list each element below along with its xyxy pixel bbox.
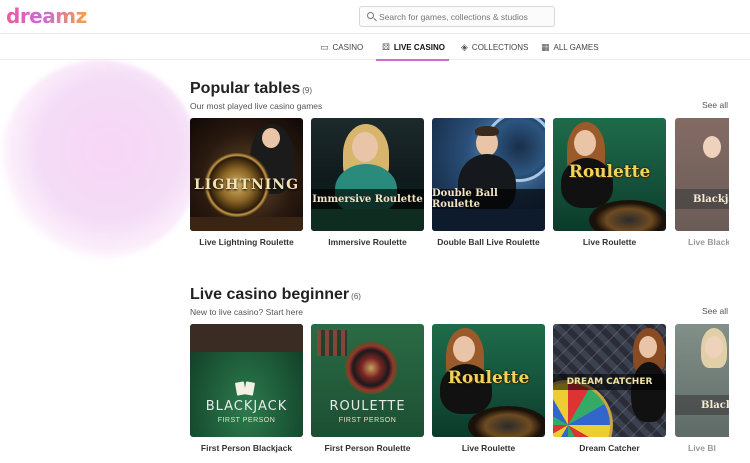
game-art-title: Blackja — [675, 189, 729, 209]
game-art-title: ROULETTE — [329, 399, 406, 414]
section-popular-tables: Popular tables (9) Our most played live c… — [190, 80, 750, 250]
section-title: Popular tables (9) — [190, 80, 312, 98]
game-thumbnail[interactable]: Double Ball Roulette — [432, 118, 545, 231]
betting-grid — [317, 330, 347, 356]
see-all-link[interactable]: See all — [702, 100, 728, 110]
category-nav: ▭ CASINO ⚄ LIVE CASINO ◈ COLLECTIONS ▦ A… — [0, 35, 750, 61]
tab-label: LIVE CASINO — [393, 43, 445, 52]
game-art-title: Roulette — [568, 162, 651, 182]
dealer-face — [262, 128, 280, 148]
game-title[interactable]: Dream Catcher — [553, 443, 666, 453]
roulette-wheel — [468, 406, 545, 437]
game-thumbnail[interactable]: DREAM CATCHER — [553, 324, 666, 437]
game-carousel: BLACKJACK FIRST PERSON First Person Blac… — [190, 324, 750, 454]
section-count: (6) — [351, 292, 361, 301]
table-rail — [190, 324, 303, 352]
grid-icon: ▦ — [541, 42, 550, 52]
search-box[interactable] — [359, 6, 555, 27]
tab-label: COLLECTIONS — [471, 43, 529, 52]
section-subtitle: New to live casino? Start here — [190, 307, 303, 317]
tab-live-casino[interactable]: ⚄ LIVE CASINO — [376, 35, 449, 61]
search-input[interactable] — [379, 9, 551, 24]
layers-icon: ◈ — [461, 42, 468, 52]
game-card[interactable]: LIGHTNING Live Lightning Roulette — [190, 118, 303, 248]
game-thumbnail[interactable]: Roulette — [553, 118, 666, 231]
section-live-casino-beginner: Live casino beginner (6) New to live casi… — [190, 286, 750, 456]
dealer-face — [574, 130, 596, 156]
game-card[interactable]: Black Live Bl — [675, 324, 729, 454]
section-title-text: Popular tables — [190, 80, 301, 97]
game-title[interactable]: Live Lightning Roulette — [190, 237, 303, 247]
search-icon — [367, 12, 374, 19]
slot-machine-icon: ▭ — [320, 42, 329, 52]
game-title[interactable]: Live Roulette — [432, 443, 545, 453]
see-all-link[interactable]: See all — [702, 306, 728, 316]
tab-collections[interactable]: ◈ COLLECTIONS — [461, 35, 528, 60]
dealer-face — [639, 336, 657, 358]
game-thumbnail[interactable]: Roulette — [432, 324, 545, 437]
table-edge — [432, 209, 545, 231]
game-title[interactable]: First Person Blackjack — [190, 443, 303, 453]
dealer-face — [352, 132, 378, 162]
game-thumbnail[interactable]: ROULETTE FIRST PERSON — [311, 324, 424, 437]
game-card[interactable]: Blackja Live Black — [675, 118, 729, 248]
table-edge — [190, 217, 303, 231]
game-thumbnail[interactable]: Immersive Roulette — [311, 118, 424, 231]
game-art-title: Roulette — [447, 368, 530, 388]
dealer-face — [703, 136, 721, 158]
tab-label: CASINO — [332, 43, 364, 52]
section-subtitle: Our most played live casino games — [190, 101, 323, 111]
game-card[interactable]: ROULETTE FIRST PERSON First Person Roule… — [311, 324, 424, 454]
game-thumbnail[interactable]: Blackja — [675, 118, 729, 231]
section-title: Live casino beginner (6) — [190, 286, 361, 304]
tab-all-games[interactable]: ▦ ALL GAMES — [541, 35, 599, 60]
top-bar: dreamz — [0, 0, 750, 34]
decorative-blob — [0, 60, 200, 260]
tab-casino[interactable]: ▭ CASINO — [320, 35, 363, 60]
section-count: (9) — [302, 86, 313, 95]
game-art-title: Double Ball Roulette — [432, 188, 545, 210]
game-card[interactable]: Roulette Live Roulette — [432, 324, 545, 454]
dealer-figure — [631, 362, 666, 422]
game-card[interactable]: Double Ball Roulette Double Ball Live Ro… — [432, 118, 545, 248]
game-art-title: BLACKJACK — [205, 399, 288, 414]
game-art-title: LIGHTNING — [193, 177, 300, 193]
playing-card-icon — [243, 381, 256, 396]
tab-label: ALL GAMES — [553, 43, 599, 52]
game-thumbnail[interactable]: BLACKJACK FIRST PERSON — [190, 324, 303, 437]
table-felt — [311, 209, 424, 231]
game-art-title: Immersive Roulette — [311, 189, 424, 209]
game-art-subtitle: FIRST PERSON — [338, 417, 397, 424]
game-title[interactable]: First Person Roulette — [311, 443, 424, 453]
dealer-hair — [475, 126, 499, 136]
game-card[interactable]: DREAM CATCHER Dream Catcher — [553, 324, 666, 454]
game-carousel: LIGHTNING Live Lightning Roulette Immers… — [190, 118, 750, 248]
game-art-subtitle: FIRST PERSON — [217, 417, 276, 424]
game-thumbnail[interactable]: Black — [675, 324, 729, 437]
section-title-text: Live casino beginner — [190, 286, 350, 303]
dealer-face — [705, 336, 723, 358]
game-thumbnail[interactable]: LIGHTNING — [190, 118, 303, 231]
game-art-title: DREAM CATCHER — [553, 374, 666, 390]
game-card[interactable]: Immersive Roulette Immersive Roulette — [311, 118, 424, 248]
game-title[interactable]: Immersive Roulette — [311, 237, 424, 247]
game-card[interactable]: BLACKJACK FIRST PERSON First Person Blac… — [190, 324, 303, 454]
game-title[interactable]: Live Bl — [675, 443, 729, 453]
game-title[interactable]: Live Black — [675, 237, 729, 247]
brand-logo[interactable]: dreamz — [6, 4, 87, 28]
game-art-title: Black — [675, 395, 729, 415]
dealer-face — [453, 336, 475, 362]
roulette-wheel — [589, 200, 666, 231]
game-title[interactable]: Double Ball Live Roulette — [432, 237, 545, 247]
roulette-wheel — [345, 342, 397, 394]
game-title[interactable]: Live Roulette — [553, 237, 666, 247]
dice-icon: ⚄ — [382, 42, 390, 52]
game-card[interactable]: Roulette Live Roulette — [553, 118, 666, 248]
